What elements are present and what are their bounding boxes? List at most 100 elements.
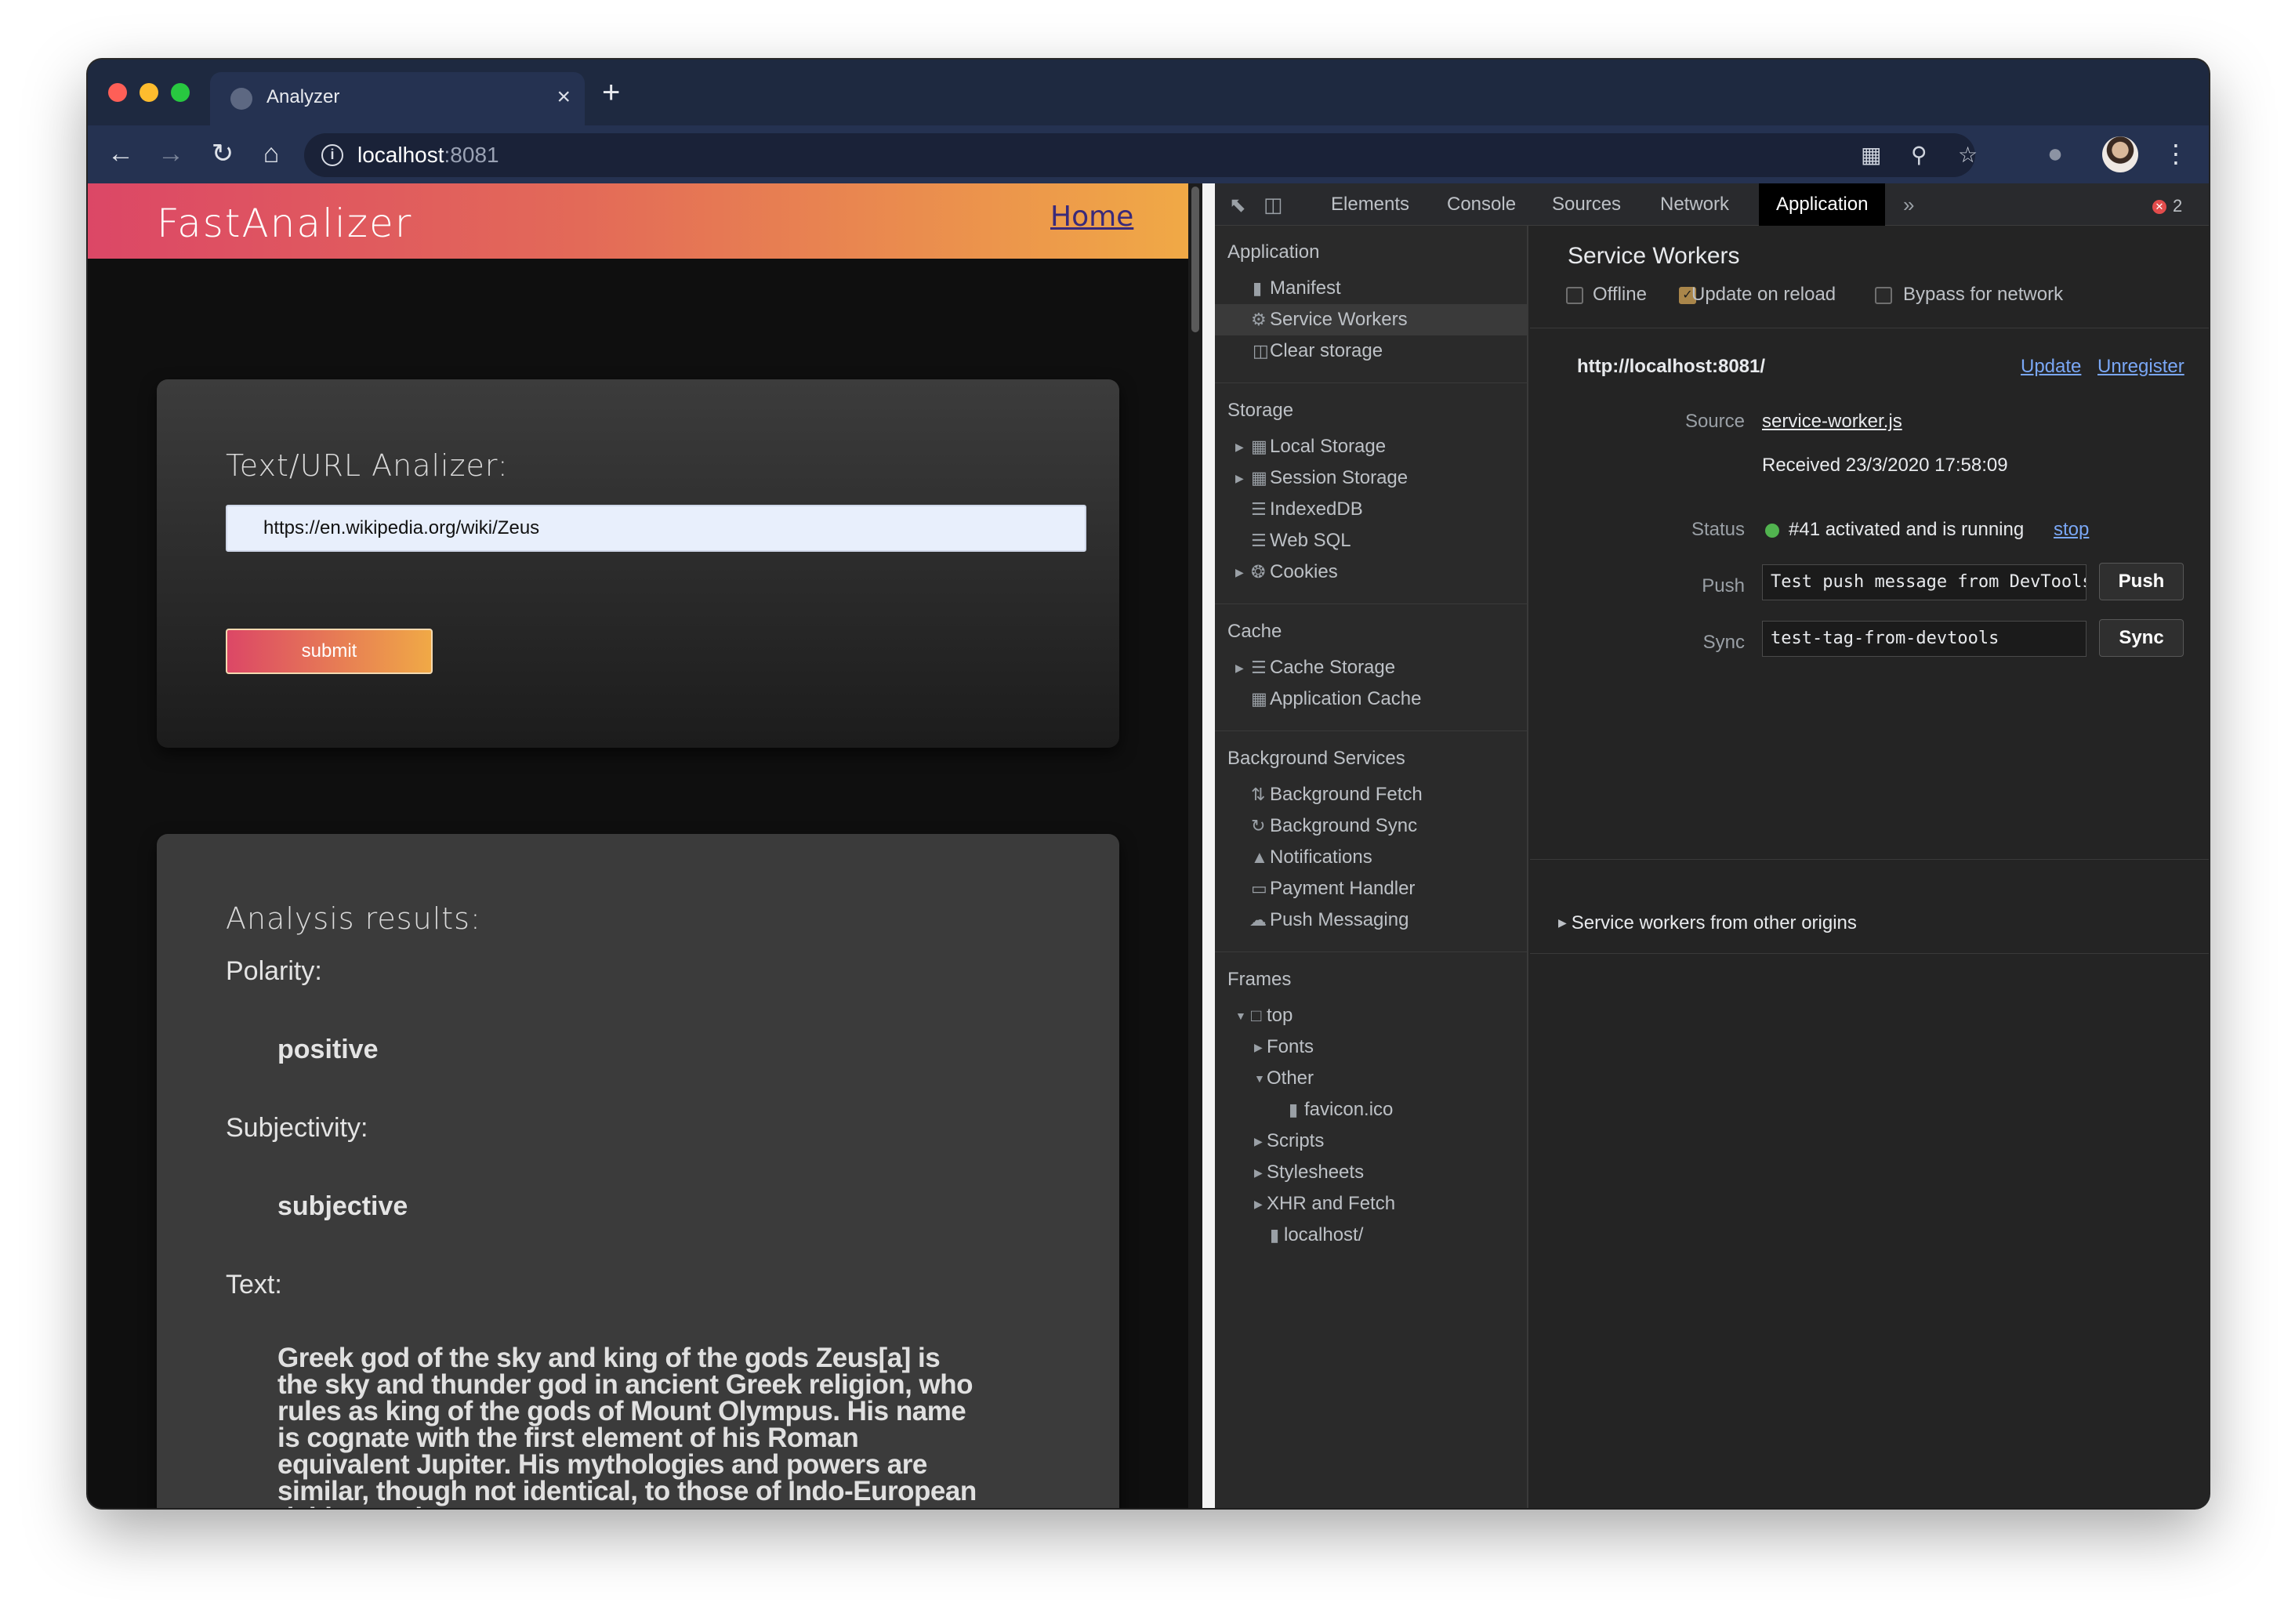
browser-tab[interactable]: Analyzer × [210,72,585,125]
expand-arrow-icon[interactable]: ▶ [1235,431,1244,462]
sidebar-item-cache-storage[interactable]: ▶ ☰ Cache Storage [1215,652,1527,683]
sidebar-item-push-messaging[interactable]: ☁ Push Messaging [1215,904,1527,936]
sidebar-item-manifest[interactable]: ▮ Manifest [1215,273,1527,304]
collapse-arrow-icon[interactable]: ▼ [1235,1000,1246,1031]
cookie-icon: ❂ [1251,562,1266,582]
sidebar-item-payment-handler[interactable]: ▭ Payment Handler [1215,873,1527,904]
push-message-input[interactable]: Test push message from DevTools. [1762,564,2087,600]
other-origins-toggle[interactable]: ▶ Service workers from other origins [1558,912,1857,934]
reload-icon[interactable]: ↻ [205,136,240,171]
collapse-arrow-icon[interactable]: ▼ [1254,1063,1265,1094]
inspect-element-icon[interactable]: ⬉ [1229,193,1246,216]
home-icon[interactable]: ⌂ [254,136,288,171]
section-background-services: Background Services [1227,748,1405,769]
extension-icon[interactable]: ● [2038,136,2072,171]
offline-checkbox[interactable] [1566,287,1583,304]
browser-window: Analyzer × + ← → ↻ ⌂ i localhost:8081 ▦ … [88,60,2209,1508]
push-button[interactable]: Push [2099,563,2184,600]
tab-application[interactable]: Application [1759,183,1886,226]
sidebar-item-frame-top[interactable]: ▼ □ top [1215,1000,1527,1031]
zoom-icon[interactable]: ⚲ [1911,143,1927,168]
new-tab-button[interactable]: + [602,77,620,108]
section-frames: Frames [1227,969,1292,990]
site-header: FastAnalizer Home [88,183,1188,259]
avatar[interactable] [2102,136,2138,172]
sidebar-item-background-fetch[interactable]: ⇅ Background Fetch [1215,779,1527,810]
page-scrollbar[interactable] [1188,183,1202,1508]
stop-link[interactable]: stop [2054,519,2089,541]
results-title: Analysis results: [226,901,481,936]
submit-button[interactable]: submit [226,629,433,674]
gear-icon: ⚙ [1251,310,1267,329]
sidebar-item-other[interactable]: ▼ Other [1215,1063,1527,1094]
sync-tag-input[interactable]: test-tag-from-devtools [1762,621,2087,657]
device-toolbar-icon[interactable]: ◫ [1264,193,1283,216]
status-value: #41 activated and is running [1789,519,2025,540]
sync-button[interactable]: Sync [2099,619,2184,657]
subjectivity-value: subjective [277,1191,408,1221]
devtools-panel: ⬉ ◫ Elements Console Sources Network App… [1215,183,2209,1508]
divider [1530,859,2209,860]
sidebar-item-background-sync[interactable]: ↻ Background Sync [1215,810,1527,842]
update-on-reload-label[interactable]: Update on reload [1691,284,1836,306]
info-icon[interactable]: i [321,144,343,166]
expand-arrow-icon[interactable]: ▶ [1254,1031,1263,1063]
frame-icon: □ [1251,1006,1262,1025]
minimize-window-button[interactable] [140,83,158,102]
tab-network[interactable]: Network [1643,183,1746,226]
sidebar-item-session-storage[interactable]: ▶ ▦ Session Storage [1215,462,1527,494]
analyzer-card: Text/URL Analizer: https://en.wikipedia.… [157,379,1119,748]
source-link[interactable]: service-worker.js [1762,411,1902,433]
service-workers-pane: Service Workers Offline ✓ Update on relo… [1530,226,2209,1508]
status-running-dot [1765,524,1779,538]
address-bar[interactable]: i localhost:8081 ▦ ⚲ ☆ [304,133,1978,177]
sidebar-item-notifications[interactable]: ▲ Notifications [1215,842,1527,873]
file-icon: ▮ [1289,1100,1299,1119]
forward-arrow-icon[interactable]: → [154,136,188,171]
sidebar-item-localhost[interactable]: ▮ localhost/ [1215,1220,1527,1251]
home-link[interactable]: Home [1050,201,1133,233]
error-count-badge[interactable]: ✕ 2 [2152,196,2182,216]
sidebar-item-indexeddb[interactable]: ☰ IndexedDB [1215,494,1527,525]
more-tabs-icon[interactable]: » [1903,193,1914,216]
close-window-button[interactable] [108,83,127,102]
sync-key: Sync [1702,632,1745,653]
unregister-link[interactable]: Unregister [2097,356,2184,378]
sidebar-item-application-cache[interactable]: ▦ Application Cache [1215,683,1527,715]
sidebar-item-scripts[interactable]: ▶ Scripts [1215,1126,1527,1157]
sidebar-item-service-workers[interactable]: ⚙ Service Workers [1215,304,1527,335]
expand-arrow-icon[interactable]: ▶ [1254,1126,1263,1157]
sidebar-item-local-storage[interactable]: ▶ ▦ Local Storage [1215,431,1527,462]
close-icon[interactable]: × [557,83,571,111]
tab-elements[interactable]: Elements [1314,183,1427,226]
bypass-network-label[interactable]: Bypass for network [1903,284,2063,306]
expand-arrow-icon[interactable]: ▶ [1235,556,1244,588]
update-link[interactable]: Update [2021,356,2081,378]
sidebar-item-cookies[interactable]: ▶ ❂ Cookies [1215,556,1527,588]
star-icon[interactable]: ☆ [1958,143,1978,168]
translate-icon[interactable]: ▦ [1861,143,1881,168]
expand-arrow-icon[interactable]: ▶ [1254,1157,1263,1188]
url-input[interactable]: https://en.wikipedia.org/wiki/Zeus [226,505,1086,552]
received-timestamp: Received 23/3/2020 17:58:09 [1762,455,2008,476]
sidebar-item-fonts[interactable]: ▶ Fonts [1215,1031,1527,1063]
offline-label[interactable]: Offline [1593,284,1647,306]
bypass-network-checkbox[interactable] [1875,287,1892,304]
expand-arrow-icon[interactable]: ▶ [1254,1188,1263,1220]
sidebar-item-xhr-fetch[interactable]: ▶ XHR and Fetch [1215,1188,1527,1220]
tab-sources[interactable]: Sources [1535,183,1638,226]
expand-arrow-icon[interactable]: ▶ [1235,462,1244,494]
tab-console[interactable]: Console [1430,183,1533,226]
sidebar-item-clear-storage[interactable]: ◫ Clear storage [1215,335,1527,367]
menu-icon[interactable]: ⋮ [2163,136,2188,171]
expand-arrow-icon[interactable]: ▶ [1235,652,1244,683]
back-arrow-icon[interactable]: ← [103,136,138,171]
scrollbar-thumb[interactable] [1191,187,1199,332]
sidebar-item-favicon[interactable]: ▮ favicon.ico [1215,1094,1527,1126]
expand-arrow-icon: ▶ [1558,916,1567,929]
site-logo[interactable]: FastAnalizer [157,201,412,246]
sidebar-item-stylesheets[interactable]: ▶ Stylesheets [1215,1157,1527,1188]
divider [1215,382,1527,383]
sidebar-item-web-sql[interactable]: ☰ Web SQL [1215,525,1527,556]
zoom-window-button[interactable] [171,83,190,102]
